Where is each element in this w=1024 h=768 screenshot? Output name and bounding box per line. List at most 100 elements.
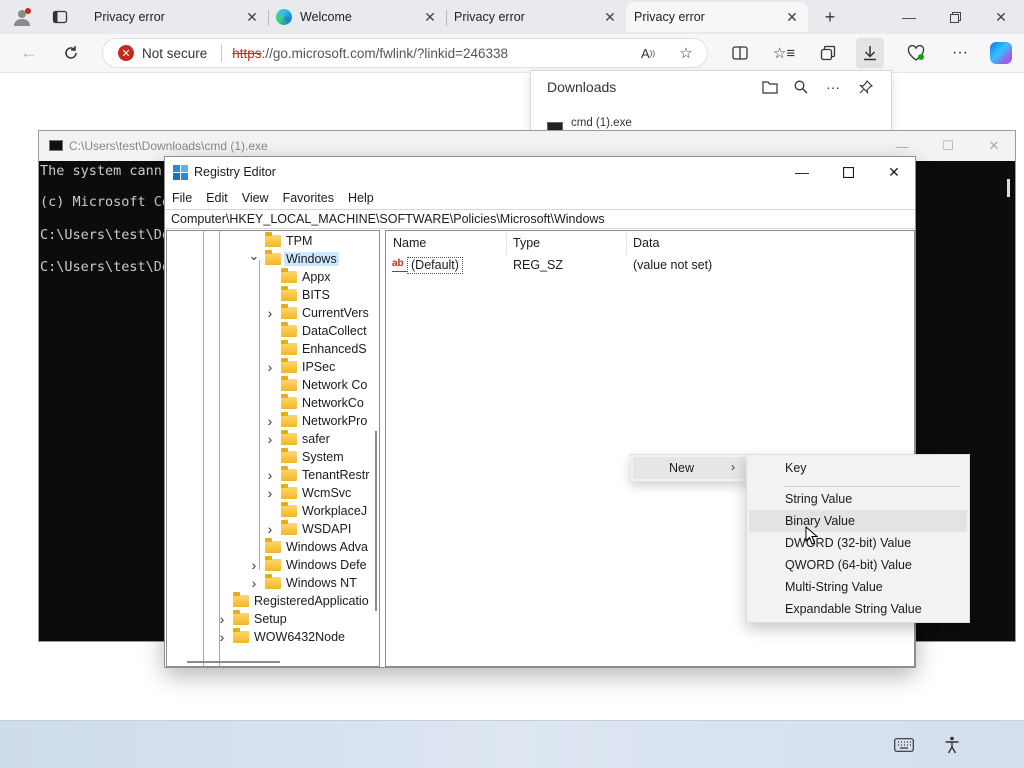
- tree-node[interactable]: › IPSec: [268, 358, 335, 376]
- menu-favorites[interactable]: Favorites: [276, 188, 341, 208]
- refresh-icon[interactable]: [56, 39, 86, 67]
- tab-close-icon[interactable]: ✕: [782, 9, 802, 26]
- chevron-right-icon[interactable]: ›: [217, 628, 227, 646]
- tree-node[interactable]: WorkplaceJ: [281, 502, 367, 520]
- tab-actions-icon[interactable]: [46, 4, 74, 30]
- submenu-item-key[interactable]: Key: [749, 457, 967, 479]
- copilot-icon[interactable]: [990, 42, 1012, 64]
- chevron-right-icon[interactable]: ›: [265, 412, 275, 430]
- chevron-down-icon[interactable]: ⌄: [249, 247, 260, 265]
- open-folder-icon[interactable]: [759, 77, 781, 97]
- column-header-data[interactable]: Data: [633, 236, 659, 250]
- chevron-right-icon[interactable]: ›: [265, 304, 275, 322]
- browser-tab-privacy-error-2[interactable]: Privacy error ✕: [446, 2, 627, 32]
- tree-node[interactable]: › Windows NT: [252, 574, 357, 592]
- read-aloud-icon[interactable]: A)): [634, 40, 662, 66]
- tree-node[interactable]: › Windows Defe: [252, 556, 367, 574]
- context-menu-new[interactable]: New ›: [633, 457, 745, 479]
- pin-icon[interactable]: [855, 77, 877, 97]
- tree-node[interactable]: › Setup: [220, 610, 287, 628]
- tree-node[interactable]: Network Co: [281, 376, 367, 394]
- tree-node[interactable]: › WSDAPI: [268, 520, 351, 538]
- cmd-maximize-button[interactable]: ☐: [925, 131, 971, 161]
- tree-node[interactable]: › WcmSvc: [268, 484, 351, 502]
- regedit-minimize-button[interactable]: —: [779, 157, 825, 187]
- tab-close-icon[interactable]: ✕: [242, 9, 262, 26]
- more-options-icon[interactable]: ···: [822, 77, 844, 97]
- chevron-right-icon[interactable]: ›: [217, 610, 227, 628]
- tree-node[interactable]: › TenantRestr: [268, 466, 369, 484]
- cmd-close-button[interactable]: ✕: [971, 131, 1017, 161]
- chevron-right-icon[interactable]: ›: [265, 430, 275, 448]
- browser-tab-welcome[interactable]: Welcome ✕: [268, 2, 447, 32]
- regedit-close-button[interactable]: ✕: [871, 157, 917, 187]
- tree-node[interactable]: ⌄ Windows: [249, 248, 339, 268]
- chevron-right-icon[interactable]: ›: [265, 484, 275, 502]
- favorite-star-icon[interactable]: ☆: [672, 40, 700, 66]
- tree-node[interactable]: DataCollect: [281, 322, 367, 340]
- column-divider[interactable]: [626, 233, 627, 255]
- tree-node[interactable]: TPM: [265, 232, 312, 250]
- search-icon[interactable]: [790, 77, 812, 97]
- profile-icon[interactable]: [8, 4, 36, 30]
- tree-horizontal-scrollbar[interactable]: [167, 658, 372, 666]
- tree-node[interactable]: › NetworkPro: [268, 412, 367, 430]
- address-bar[interactable]: ✕ Not secure https ://go.microsoft.com/f…: [102, 38, 708, 68]
- more-options-icon[interactable]: ···: [946, 40, 974, 66]
- regedit-maximize-button[interactable]: [825, 157, 871, 187]
- submenu-item-dword-value[interactable]: DWORD (32-bit) Value: [749, 532, 967, 554]
- tree-vertical-scrollbar[interactable]: [372, 231, 379, 666]
- tab-close-icon[interactable]: ✕: [420, 9, 440, 26]
- menu-view[interactable]: View: [235, 188, 276, 208]
- security-status[interactable]: Not secure: [142, 46, 207, 61]
- restore-button[interactable]: [932, 0, 978, 34]
- downloads-icon[interactable]: [856, 38, 884, 68]
- value-row-default[interactable]: ab (Default) REG_SZ (value not set): [392, 256, 912, 276]
- registry-address-bar[interactable]: Computer\HKEY_LOCAL_MACHINE\SOFTWARE\Pol…: [165, 209, 915, 229]
- browser-tab-privacy-error-1[interactable]: Privacy error ✕: [86, 2, 269, 32]
- column-header-type[interactable]: Type: [513, 236, 540, 250]
- column-divider[interactable]: [506, 233, 507, 255]
- chevron-right-icon[interactable]: ›: [249, 556, 259, 574]
- submenu-item-qword-value[interactable]: QWORD (64-bit) Value: [749, 554, 967, 576]
- collections-icon[interactable]: [814, 40, 842, 66]
- keyboard-icon[interactable]: [893, 736, 915, 754]
- favorites-icon[interactable]: ☆≡: [770, 40, 798, 66]
- close-button[interactable]: ✕: [978, 0, 1024, 34]
- registry-tree[interactable]: TPM ⌄ Windows Appx BITS › CurrentVers DataColle…: [166, 230, 380, 667]
- download-item-name[interactable]: cmd (1).exe: [571, 117, 632, 129]
- tree-node[interactable]: › WOW6432Node: [220, 628, 345, 646]
- tree-scroll-thumb[interactable]: [375, 431, 377, 611]
- submenu-item-expandable-string-value[interactable]: Expandable String Value: [749, 598, 967, 620]
- tree-node[interactable]: Windows Adva: [265, 538, 368, 556]
- minimize-button[interactable]: —: [886, 0, 932, 34]
- regedit-titlebar[interactable]: Registry Editor — ✕: [165, 157, 915, 188]
- tree-scroll-thumb[interactable]: [187, 661, 280, 663]
- tree-node[interactable]: BITS: [281, 286, 330, 304]
- submenu-item-multi-string-value[interactable]: Multi-String Value: [749, 576, 967, 598]
- browser-tab-privacy-error-active[interactable]: Privacy error ✕: [626, 2, 808, 32]
- tree-node[interactable]: › safer: [268, 430, 330, 448]
- split-screen-icon[interactable]: [726, 40, 754, 66]
- chevron-right-icon[interactable]: ›: [265, 358, 275, 376]
- tree-node[interactable]: NetworkCo: [281, 394, 364, 412]
- chevron-right-icon[interactable]: ›: [249, 574, 259, 592]
- tab-close-icon[interactable]: ✕: [600, 9, 620, 26]
- not-secure-icon[interactable]: ✕: [118, 45, 134, 61]
- chevron-right-icon[interactable]: ›: [265, 466, 275, 484]
- tree-node[interactable]: EnhancedS: [281, 340, 367, 358]
- tree-node[interactable]: System: [281, 448, 344, 466]
- browser-essentials-icon[interactable]: [902, 40, 930, 66]
- menu-file[interactable]: File: [165, 188, 199, 208]
- tree-node[interactable]: › CurrentVers: [268, 304, 369, 322]
- cmd-scrollbar[interactable]: [1007, 179, 1010, 197]
- submenu-item-binary-value[interactable]: Binary Value: [749, 510, 967, 532]
- column-header-name[interactable]: Name: [393, 236, 426, 250]
- tree-node[interactable]: RegisteredApplicatio: [233, 592, 369, 610]
- menu-edit[interactable]: Edit: [199, 188, 235, 208]
- new-tab-button[interactable]: +: [816, 4, 844, 30]
- menu-help[interactable]: Help: [341, 188, 381, 208]
- chevron-right-icon[interactable]: ›: [265, 520, 275, 538]
- submenu-item-string-value[interactable]: String Value: [749, 488, 967, 510]
- back-arrow-icon[interactable]: ←: [14, 39, 44, 67]
